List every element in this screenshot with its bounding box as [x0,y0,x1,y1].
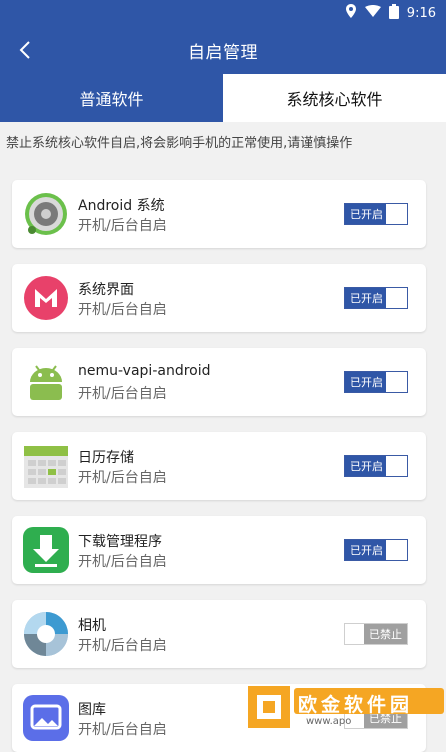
app-subtitle: 开机/后台自启 [78,638,167,654]
app-subtitle: 开机/后台自启 [78,218,167,234]
toggle-knob [386,204,407,224]
tab-bar: 普通软件 系统核心软件 [0,74,446,122]
autostart-toggle[interactable]: 已开启 [344,455,408,477]
autostart-toggle[interactable]: 已开启 [344,203,408,225]
toggle-label: 已开启 [345,204,388,224]
wifi-icon [364,4,381,21]
tab-system-core-software[interactable]: 系统核心软件 [223,74,446,122]
toggle-knob [386,288,407,308]
app-subtitle: 开机/后台自启 [78,554,167,570]
autostart-toggle[interactable]: 已开启 [344,539,408,561]
android-system-icon [22,190,70,238]
watermark-logo: 欧金软件园 www.apo [246,684,446,730]
list-item: Android 系统 开机/后台自启 已开启 [12,180,426,248]
location-icon [345,4,357,22]
page-title: 自启管理 [188,43,258,63]
app-name: Android 系统 [78,198,165,214]
toggle-knob [345,624,366,644]
app-name: 图库 [78,702,106,718]
autostart-toggle[interactable]: 已开启 [344,371,408,393]
list-item: 下载管理程序 开机/后台自启 已开启 [12,516,426,584]
app-name: nemu-vapi-android [78,363,211,379]
download-manager-icon [22,526,70,574]
android-robot-icon [22,358,70,406]
toggle-label: 已开启 [345,372,388,392]
tab-normal-software[interactable]: 普通软件 [0,74,223,122]
gallery-icon [22,694,70,742]
app-name: 相机 [78,618,106,634]
list-item: 日历存储 开机/后台自启 已开启 [12,432,426,500]
toggle-label: 已禁止 [364,624,407,644]
toggle-label: 已开启 [345,456,388,476]
watermark-url: www.apo [306,716,352,727]
app-name: 日历存储 [78,450,134,466]
toggle-knob [386,372,407,392]
status-icons: 9:16 [345,3,436,23]
list-item: 相机 开机/后台自启 已禁止 [12,600,426,668]
toggle-knob [386,540,407,560]
calendar-storage-icon [22,442,70,490]
status-bar: 9:16 [0,0,446,26]
autostart-toggle[interactable]: 已开启 [344,287,408,309]
toggle-label: 已开启 [345,288,388,308]
app-subtitle: 开机/后台自启 [78,722,167,738]
watermark-text: 欧金软件园 [298,694,414,716]
list-item: 系统界面 开机/后台自启 已开启 [12,264,426,332]
toggle-knob [386,456,407,476]
app-name: 下载管理程序 [78,534,162,550]
clock-time: 9:16 [406,5,436,21]
app-subtitle: 开机/后台自启 [78,470,167,486]
app-name: 系统界面 [78,282,134,298]
camera-icon [22,610,70,658]
autostart-toggle[interactable]: 已禁止 [344,623,408,645]
app-bar: 自启管理 [0,26,446,74]
system-ui-icon [22,274,70,322]
toggle-label: 已开启 [345,540,388,560]
battery-icon [388,3,399,23]
app-subtitle: 开机/后台自启 [78,386,167,402]
list-item: nemu-vapi-android 开机/后台自启 已开启 [12,348,426,416]
app-subtitle: 开机/后台自启 [78,302,167,318]
warning-notice: 禁止系统核心软件自启,将会影响手机的正常使用,请谨慎操作 [6,136,353,151]
